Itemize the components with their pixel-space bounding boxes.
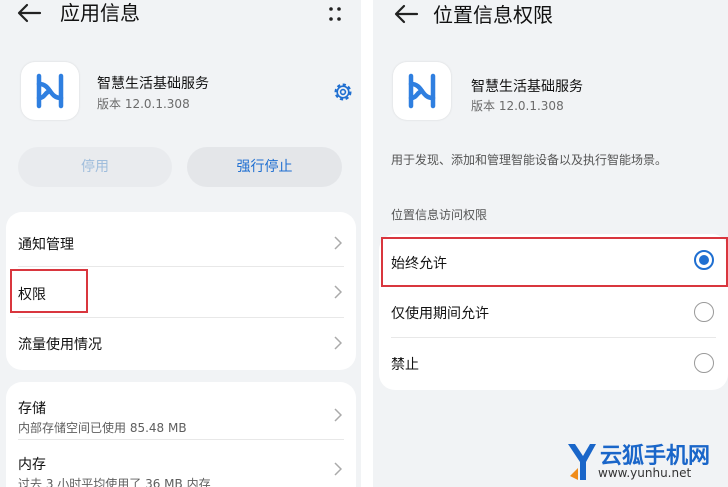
- option-label: 仅使用期间允许: [391, 306, 489, 322]
- menu-item-label: 流量使用情况: [18, 337, 102, 353]
- storage-detail: 内部存储空间已使用 85.48 MB: [18, 421, 187, 435]
- radio-button-icon[interactable]: [694, 353, 714, 373]
- app-name: 智慧生活基础服务: [97, 76, 209, 92]
- chevron-right-icon: [334, 408, 342, 422]
- memory-detail: 过去 3 小时平均使用了 36 MB 内存: [18, 477, 211, 487]
- radio-button-icon[interactable]: [694, 302, 714, 322]
- top-bar: 应用信息: [0, 0, 361, 28]
- options-card: 始终允许 仅使用期间允许 禁止: [379, 234, 728, 390]
- chevron-right-icon: [334, 285, 342, 299]
- option-label: 始终允许: [391, 256, 447, 272]
- page-title: 位置信息权限: [433, 3, 553, 27]
- option-while-in-use[interactable]: 仅使用期间允许: [379, 287, 728, 337]
- option-label: 禁止: [391, 357, 419, 373]
- menu-item-label: 权限: [18, 287, 46, 303]
- permissions-item[interactable]: 权限: [6, 267, 356, 317]
- back-arrow-icon[interactable]: [393, 3, 419, 25]
- menu-item-label: 通知管理: [18, 237, 74, 253]
- section-label: 位置信息访问权限: [391, 208, 488, 222]
- chevron-right-icon: [334, 336, 342, 350]
- notification-management-item[interactable]: 通知管理: [6, 212, 356, 266]
- back-arrow-icon[interactable]: [16, 2, 42, 24]
- force-stop-button[interactable]: 强行停止: [187, 147, 342, 187]
- app-name: 智慧生活基础服务: [471, 79, 583, 95]
- watermark: 云狐手机网 www.yunhu.net: [562, 438, 728, 487]
- app-logo-icon: [393, 62, 451, 120]
- page-title: 应用信息: [60, 1, 140, 25]
- app-version: 版本 12.0.1.308: [471, 99, 564, 113]
- disable-button[interactable]: 停用: [18, 147, 172, 187]
- option-deny[interactable]: 禁止: [379, 338, 728, 390]
- app-info-panel: 应用信息 智慧生活基础服务 版本 12.0.1.308 停用 强行停止 通知管理…: [0, 0, 361, 487]
- watermark-url: www.yunhu.net: [598, 466, 692, 480]
- app-logo-icon: [21, 62, 79, 120]
- menu-card: 通知管理 权限 流量使用情况: [6, 212, 356, 370]
- data-usage-item[interactable]: 流量使用情况: [6, 318, 356, 370]
- permission-description: 用于发现、添加和管理智能设备以及执行智能场景。: [391, 153, 668, 167]
- fox-logo-icon: [568, 444, 596, 480]
- memory-label: 内存: [18, 457, 46, 473]
- radio-button-icon[interactable]: [694, 250, 714, 270]
- storage-card: 存储 内部存储空间已使用 85.48 MB 内存 过去 3 小时平均使用了 36…: [6, 382, 356, 487]
- chevron-right-icon: [334, 462, 342, 476]
- option-always-allow[interactable]: 始终允许: [379, 234, 728, 286]
- storage-item[interactable]: 存储 内部存储空间已使用 85.48 MB: [6, 382, 356, 438]
- top-bar: 位置信息权限: [373, 0, 728, 28]
- app-version: 版本 12.0.1.308: [97, 97, 190, 111]
- chevron-right-icon: [334, 236, 342, 250]
- location-permission-panel: 位置信息权限 智慧生活基础服务 版本 12.0.1.308 用于发现、添加和管理…: [373, 0, 728, 487]
- storage-label: 存储: [18, 401, 46, 417]
- more-vertical-icon[interactable]: [329, 4, 341, 24]
- settings-gear-icon[interactable]: [332, 81, 354, 103]
- memory-item[interactable]: 内存 过去 3 小时平均使用了 36 MB 内存: [6, 440, 356, 487]
